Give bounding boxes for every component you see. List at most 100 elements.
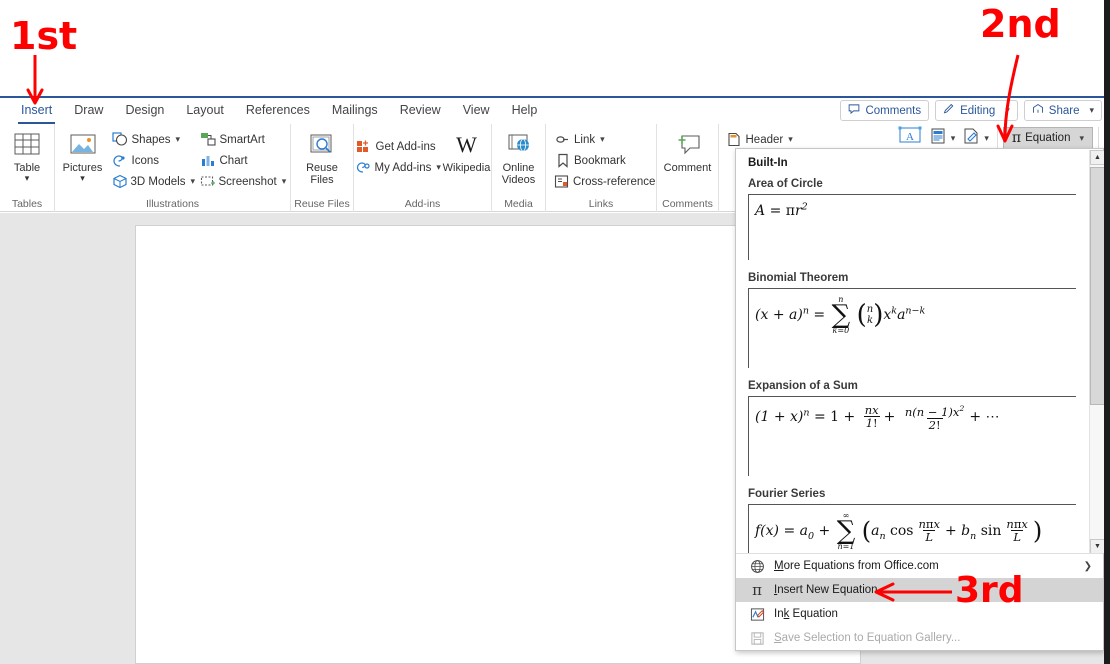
smartart-label: SmartArt (219, 133, 265, 146)
illustrations-col-1: Shapes ▾ Icons 3D Models ▾ (109, 128, 197, 192)
pictures-button[interactable]: Pictures ▾ (57, 128, 109, 183)
get-addins-button[interactable]: Get Add-ins (353, 136, 441, 157)
tab-insert[interactable]: Insert (10, 100, 63, 124)
link-button[interactable]: Link ▾ (551, 129, 651, 150)
online-videos-button[interactable]: Online Videos (492, 128, 546, 186)
new-comment-icon (673, 130, 703, 160)
comment-button[interactable]: Comment (661, 128, 715, 174)
icons-label: Icons (131, 154, 160, 167)
online-videos-label: Online Videos (502, 162, 535, 186)
chevron-down-icon[interactable]: ▾ (190, 176, 195, 187)
link-icon (554, 131, 571, 148)
tab-insert-label: Insert (21, 103, 53, 117)
wikipedia-label: Wikipedia (442, 162, 491, 174)
get-addins-icon (356, 138, 373, 155)
toolbar-separator (1098, 127, 1099, 149)
chevron-down-icon[interactable]: ▾ (1079, 133, 1084, 144)
tab-design[interactable]: Design (114, 100, 175, 122)
comments-label: Comments (865, 104, 922, 117)
menu-item-label: More Equations from Office.com (774, 560, 939, 572)
tab-mailings[interactable]: Mailings (321, 100, 389, 122)
shapes-label: Shapes (131, 133, 171, 146)
signature-line-button[interactable]: ▾ (960, 126, 992, 150)
chevron-down-icon[interactable]: ▾ (80, 174, 85, 183)
get-addins-label: Get Add-ins (375, 140, 436, 153)
scroll-up-arrow-icon[interactable]: ▲ (1090, 150, 1105, 165)
annotation-label-2nd: 2nd (980, 2, 1061, 46)
gallery-item-expansion-of-a-sum[interactable]: Expansion of a Sum (1 + x)n = 1 + nx 1! + … (748, 380, 1076, 476)
gallery-item-preview[interactable]: A = πr2 (748, 194, 1076, 260)
menu-item-insert-new-equation[interactable]: π Insert New Equation (736, 578, 1103, 602)
editing-mode-button[interactable]: Editing ▾ (935, 100, 1018, 121)
shapes-button[interactable]: Shapes ▾ (109, 129, 197, 150)
globe-icon (747, 557, 767, 575)
menu-item-ink-equation[interactable]: Ink Equation (736, 602, 1103, 626)
chevron-down-icon[interactable]: ▾ (1005, 105, 1010, 116)
header-button[interactable]: Header ▾ (723, 129, 803, 150)
smartart-icon (200, 131, 217, 148)
gallery-item-fourier-series[interactable]: Fourier Series f(x) = a0 + ∞ ∑ n=1 (an cos… (748, 488, 1076, 555)
gallery-item-preview[interactable]: f(x) = a0 + ∞ ∑ n=1 (an cos nπx L + bn sin nπx… (748, 504, 1076, 555)
smartart-button[interactable]: SmartArt (197, 129, 289, 150)
gallery-item-area-of-circle[interactable]: Area of Circle A = πr2 (748, 178, 1076, 260)
toolbar-separator (996, 127, 998, 149)
bookmark-button[interactable]: Bookmark (551, 150, 651, 171)
gallery-item-preview[interactable]: (x + a)n = n ∑ k=0 (n k) xkan−k (748, 288, 1076, 368)
chart-button[interactable]: Chart (197, 150, 289, 171)
cross-reference-button[interactable]: Cross-reference (551, 171, 655, 192)
tab-view[interactable]: View (452, 100, 501, 122)
submenu-arrow-icon: ❯ (1083, 560, 1092, 572)
gallery-scrollbar[interactable]: ▲ ▼ (1089, 150, 1105, 554)
tab-review-label: Review (399, 103, 441, 117)
reuse-files-button[interactable]: Reuse Files (295, 128, 349, 186)
annotation-2nd-text: 2nd (980, 2, 1061, 46)
equation-preview-expansion-of-a-sum: (1 + x)n = 1 + nx 1! + n(n − 1)x2 2! + ⋯ (755, 403, 1000, 432)
table-button[interactable]: Table ▾ (0, 128, 54, 183)
equation-preview-binomial-theorem: (x + a)n = n ∑ k=0 (n k) xkan−k (755, 295, 926, 335)
comments-button[interactable]: Comments (840, 100, 930, 121)
ribbon-group-reuse-files: Reuse Files Reuse Files (290, 124, 353, 212)
gallery-item-preview[interactable]: (1 + x)n = 1 + nx 1! + n(n − 1)x2 2! + ⋯ (748, 396, 1076, 476)
save-icon (747, 629, 767, 647)
tab-view-label: View (462, 103, 490, 117)
chevron-down-icon[interactable]: ▾ (984, 133, 989, 144)
reuse-files-line1: Reuse (306, 162, 338, 174)
wikipedia-icon: W (456, 132, 477, 157)
chevron-down-icon[interactable]: ▾ (25, 174, 30, 183)
chevron-down-icon[interactable]: ▾ (176, 134, 181, 145)
menu-item-more-equations[interactable]: More Equations from Office.com ❯ (736, 554, 1103, 578)
equation-preview-fourier-series: f(x) = a0 + ∞ ∑ n=1 (an cos nπx L + bn sin nπx… (755, 511, 1043, 551)
share-button[interactable]: Share ▾ (1023, 100, 1102, 121)
3d-model-icon (112, 173, 128, 190)
screenshot-button[interactable]: Screenshot ▾ (197, 171, 289, 192)
tab-help-label: Help (511, 103, 538, 117)
3d-models-button[interactable]: 3D Models ▾ (109, 171, 197, 192)
chevron-down-icon[interactable]: ▾ (600, 134, 605, 145)
my-addins-button[interactable]: My Add-ins ▾ (353, 157, 441, 178)
wikipedia-button[interactable]: W Wikipedia (441, 128, 493, 174)
chevron-down-icon[interactable]: ▾ (788, 134, 793, 145)
tab-draw-label: Draw (74, 103, 104, 117)
tab-draw[interactable]: Draw (63, 100, 114, 122)
quick-parts-button[interactable]: ▾ (927, 126, 959, 150)
screenshot-label: Screenshot (218, 175, 277, 188)
gallery-item-binomial-theorem[interactable]: Binomial Theorem (x + a)n = n ∑ k=0 (n k) xk… (748, 272, 1076, 368)
chart-label: Chart (219, 154, 248, 167)
tab-references[interactable]: References (235, 100, 321, 122)
tab-help[interactable]: Help (501, 100, 549, 122)
gallery-item-title: Fourier Series (748, 488, 826, 500)
gallery-item-title: Binomial Theorem (748, 272, 849, 284)
chevron-down-icon[interactable]: ▾ (1089, 105, 1094, 116)
tab-review[interactable]: Review (389, 100, 452, 122)
scroll-down-arrow-icon[interactable]: ▼ (1090, 539, 1105, 554)
icons-button[interactable]: Icons (109, 150, 197, 171)
tab-layout[interactable]: Layout (175, 100, 235, 122)
reuse-files-label: Reuse Files (306, 162, 338, 186)
equation-button[interactable]: π Equation ▾ (1002, 127, 1093, 149)
table-grid-icon (13, 130, 41, 160)
text-box-button[interactable]: A (895, 126, 925, 150)
chevron-down-icon[interactable]: ▾ (951, 133, 956, 144)
scrollbar-thumb[interactable] (1090, 167, 1105, 405)
gallery-item-title: Expansion of a Sum (748, 380, 858, 392)
chevron-down-icon[interactable]: ▾ (282, 176, 287, 187)
